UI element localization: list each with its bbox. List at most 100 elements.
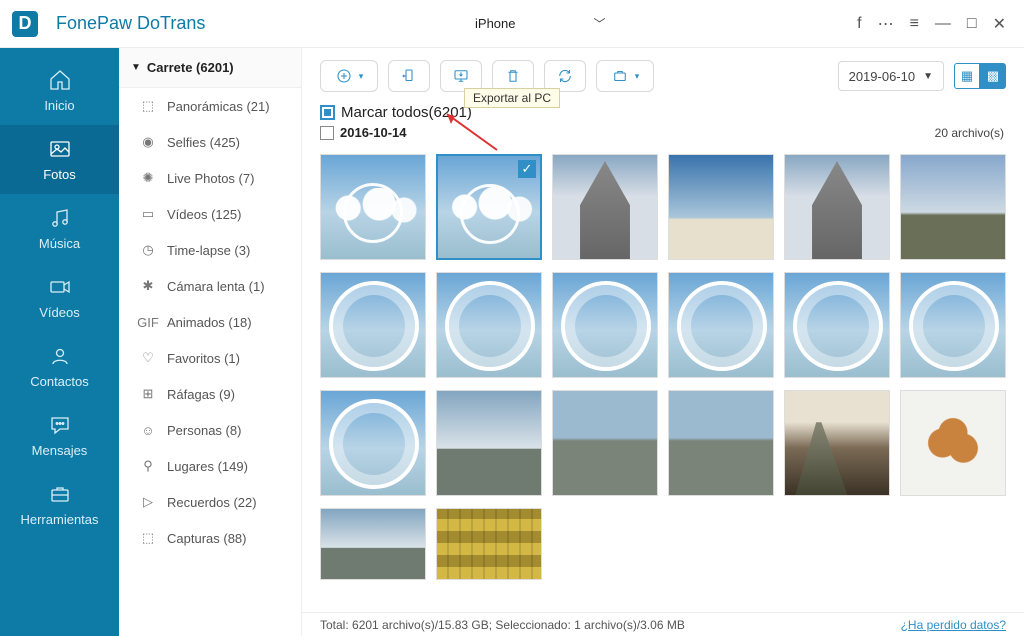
sidebar-item-label: Contactos [30, 374, 89, 389]
date-filter-value: 2019-06-10 [849, 69, 916, 84]
app-title: FonePaw DoTrans [56, 13, 205, 34]
album-label: Lugares (149) [167, 459, 248, 474]
contacts-icon [48, 344, 72, 368]
album-list: ▼ Carrete (6201) ⬚ Panorámicas (21) ◉ Selfie… [119, 48, 302, 636]
photo-thumb[interactable] [784, 390, 890, 496]
date-filter[interactable]: 2019-06-10 ▼ [838, 61, 944, 91]
photo-thumb[interactable] [900, 390, 1006, 496]
export-to-device-button[interactable] [388, 60, 430, 92]
photo-thumb[interactable] [436, 390, 542, 496]
album-item[interactable]: ⚲ Lugares (149) [119, 448, 301, 484]
toolbox-icon [48, 482, 72, 506]
album-icon: ⬚ [139, 530, 157, 546]
album-item[interactable]: ♡Favoritos (1) [119, 340, 301, 376]
sidebar-item-mensajes[interactable]: Mensajes [0, 401, 119, 470]
album-icon: ♡ [139, 350, 157, 366]
album-item[interactable]: ☺Personas (8) [119, 412, 301, 448]
chevron-down-icon: ﹀ [594, 15, 606, 32]
album-root-label: Carrete (6201) [147, 60, 234, 75]
album-item[interactable]: GIF Animados (18) [119, 304, 301, 340]
more-tools-button[interactable]: ▾ [596, 60, 654, 92]
photo-thumb[interactable] [900, 154, 1006, 260]
album-label: Ráfagas (9) [167, 387, 235, 402]
photo-thumb[interactable] [784, 154, 890, 260]
sidebar-item-label: Fotos [43, 167, 76, 182]
photo-thumb[interactable] [552, 154, 658, 260]
album-label: Selfies (425) [167, 135, 240, 150]
sidebar-item-label: Herramientas [20, 512, 98, 527]
album-icon: ▭ [139, 206, 157, 222]
photo-thumb[interactable] [320, 390, 426, 496]
sidebar-item-contactos[interactable]: Contactos [0, 332, 119, 401]
sidebar-item-fotos[interactable]: Fotos [0, 125, 119, 194]
lost-data-link[interactable]: ¿Ha perdido datos? [901, 618, 1006, 632]
feedback-icon[interactable]: ⋯ [878, 14, 894, 34]
album-item[interactable]: ◉ Selfies (425) [119, 124, 301, 160]
sidebar-item-herramientas[interactable]: Herramientas [0, 470, 119, 539]
minimize-button[interactable]: — [935, 15, 951, 33]
sidebar-item-musica[interactable]: Música [0, 194, 119, 263]
photo-thumb[interactable] [552, 390, 658, 496]
device-name: iPhone [475, 16, 515, 31]
photo-thumb[interactable] [320, 272, 426, 378]
photo-thumb[interactable] [436, 508, 542, 580]
sidebar-item-label: Vídeos [39, 305, 79, 320]
photo-thumb[interactable] [784, 272, 890, 378]
home-icon [48, 68, 72, 92]
sidebar-item-label: Mensajes [32, 443, 88, 458]
album-icon: ▷ [139, 494, 157, 510]
album-item[interactable]: ✱Cámara lenta (1) [119, 268, 301, 304]
album-item[interactable]: ◷ Time-lapse (3) [119, 232, 301, 268]
chevron-down-icon: ▼ [131, 62, 141, 73]
status-summary: Total: 6201 archivo(s)/15.83 GB; Selecci… [320, 618, 685, 632]
photo-thumb[interactable] [668, 390, 774, 496]
album-item[interactable]: ✺Live Photos (7) [119, 160, 301, 196]
album-item[interactable]: ▭ Vídeos (125) [119, 196, 301, 232]
photo-thumb[interactable] [320, 508, 426, 580]
photo-thumb[interactable] [552, 272, 658, 378]
photo-thumb[interactable]: ✓ [436, 154, 542, 260]
album-icon: ⚲ [139, 458, 157, 474]
menu-icon[interactable]: ≡ [910, 15, 919, 33]
view-tile-large[interactable]: ▦ [954, 63, 980, 89]
album-label: Animados (18) [167, 315, 252, 330]
album-label: Capturas (88) [167, 531, 246, 546]
sidebar-item-videos[interactable]: Vídeos [0, 263, 119, 332]
device-selector[interactable]: iPhone ﹀ [205, 15, 857, 32]
photo-thumb[interactable] [900, 272, 1006, 378]
album-icon: ⊞ [139, 386, 157, 402]
photo-thumb[interactable] [320, 154, 426, 260]
album-item[interactable]: ⬚ Panorámicas (21) [119, 88, 301, 124]
album-item[interactable]: ⊞ Ráfagas (9) [119, 376, 301, 412]
photo-grid: ✓ [302, 146, 1024, 612]
chevron-down-icon: ▼ [923, 71, 933, 82]
group-checkbox[interactable] [320, 126, 334, 140]
tooltip-export-pc: Exportar al PC [464, 88, 560, 108]
album-label: Time-lapse (3) [167, 243, 250, 258]
group-count: 20 archivo(s) [935, 126, 1004, 140]
album-label: Panorámicas (21) [167, 99, 270, 114]
album-item[interactable]: ▷ Recuerdos (22) [119, 484, 301, 520]
close-button[interactable]: ✕ [993, 14, 1006, 34]
select-all-checkbox[interactable] [320, 105, 335, 120]
sidebar-item-label: Inicio [44, 98, 74, 113]
album-label: Recuerdos (22) [167, 495, 257, 510]
photo-thumb[interactable] [436, 272, 542, 378]
album-icon: ⬚ [139, 98, 157, 114]
album-icon: GIF [139, 315, 157, 330]
sidebar-item-inicio[interactable]: Inicio [0, 56, 119, 125]
album-item[interactable]: ⬚ Capturas (88) [119, 520, 301, 556]
photo-thumb[interactable] [668, 272, 774, 378]
album-label: Personas (8) [167, 423, 241, 438]
facebook-icon[interactable]: f [857, 15, 861, 33]
toolbar: ▾ ▾ Exportar al PC 2019-06-10▼ ▦ ▩ [302, 48, 1024, 104]
view-tile-small[interactable]: ▩ [980, 63, 1006, 89]
album-icon: ◉ [139, 134, 157, 150]
album-label: Vídeos (125) [167, 207, 241, 222]
album-root[interactable]: ▼ Carrete (6201) [119, 48, 301, 88]
maximize-button[interactable]: □ [967, 15, 977, 33]
add-button[interactable]: ▾ [320, 60, 378, 92]
photo-thumb[interactable] [668, 154, 774, 260]
sidebar-item-label: Música [39, 236, 80, 251]
album-icon: ◷ [139, 242, 157, 258]
